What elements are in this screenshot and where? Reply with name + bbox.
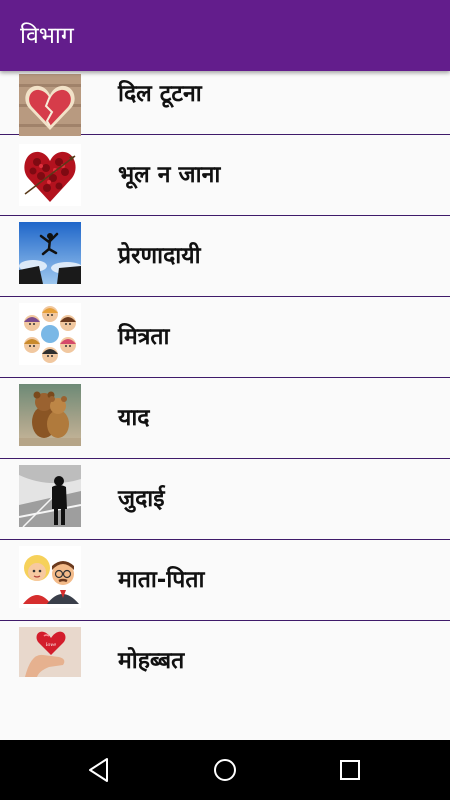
system-nav-bar — [0, 740, 450, 800]
list-item-label: जुदाई — [118, 486, 165, 512]
rose-heart-icon — [19, 144, 81, 206]
lonely-man-icon — [19, 465, 81, 527]
list-item-label: प्रेरणादायी — [118, 243, 201, 269]
back-triangle-icon[interactable] — [85, 755, 115, 785]
hugging-bears-icon — [19, 384, 81, 446]
heart-in-hand-icon: love — [19, 627, 81, 677]
jumping-man-icon — [19, 222, 81, 284]
home-circle-icon[interactable] — [210, 755, 240, 785]
list-item-bhool-na-jana[interactable]: भूल न जाना — [0, 135, 450, 216]
list-item-label: मोहब्बत — [118, 648, 185, 674]
app-bar: विभाग — [0, 0, 450, 71]
list-item-mohabbat[interactable]: love मोहब्बत — [0, 621, 450, 701]
list-item-mata-pita[interactable]: माता-पिता — [0, 540, 450, 621]
list-item-yaad[interactable]: याद — [0, 378, 450, 459]
list-item-preranadayi[interactable]: प्रेरणादायी — [0, 216, 450, 297]
page-title: विभाग — [20, 23, 74, 49]
svg-text:love: love — [46, 642, 56, 648]
list-item-label: भूल न जाना — [118, 162, 221, 188]
friends-circle-icon — [19, 303, 81, 365]
list-item-judai[interactable]: जुदाई — [0, 459, 450, 540]
category-list[interactable]: दिल टूटना भूल न जाना प्रेरणादायी मित्रता… — [0, 71, 450, 740]
list-item-label: मित्रता — [118, 324, 170, 350]
broken-heart-cookie-icon — [19, 74, 81, 136]
recents-square-icon[interactable] — [335, 755, 365, 785]
list-item-label: याद — [118, 405, 150, 431]
list-item-dil-tootna[interactable]: दिल टूटना — [0, 71, 450, 136]
list-item-mitrata[interactable]: मित्रता — [0, 297, 450, 378]
list-item-label: माता-पिता — [118, 567, 205, 593]
cartoon-couple-icon — [19, 546, 81, 608]
list-item-label: दिल टूटना — [118, 81, 202, 107]
